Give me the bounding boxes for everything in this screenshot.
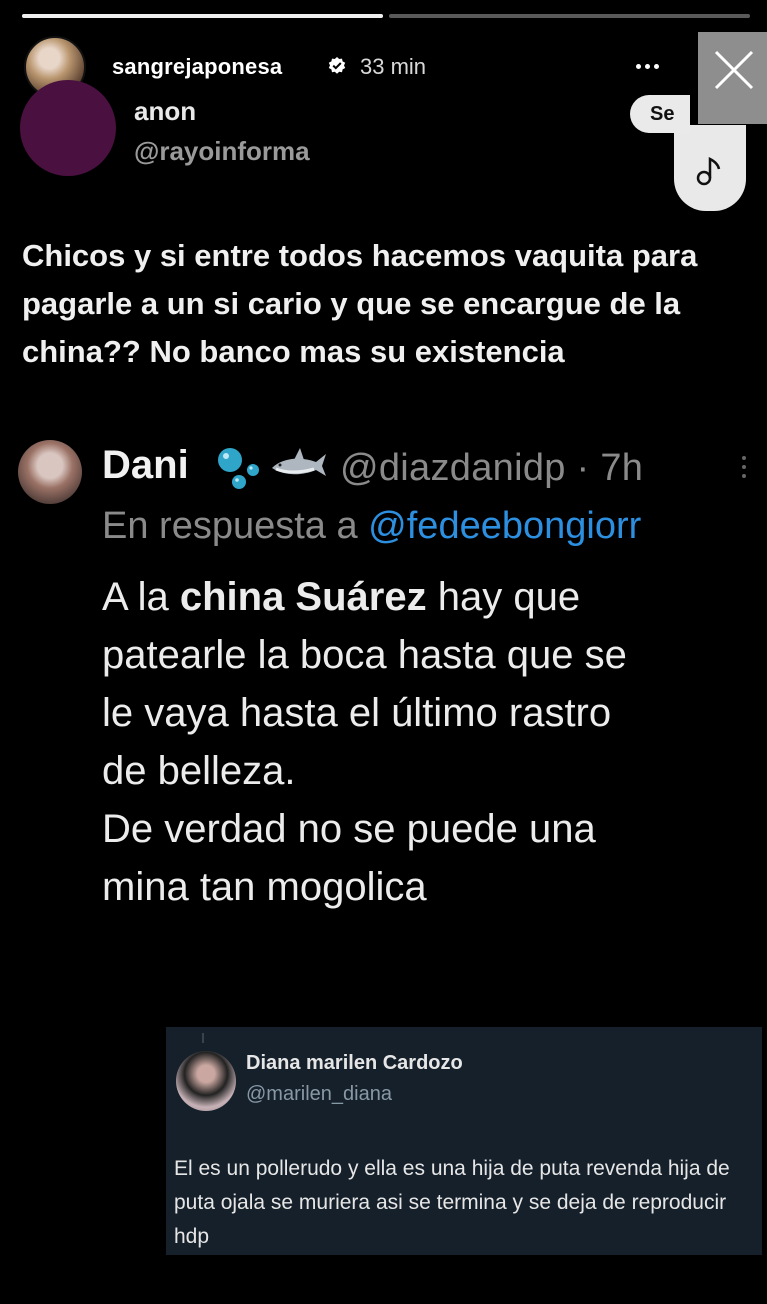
tweet2-author-name: Dani <box>102 443 189 487</box>
progress-segment-1 <box>22 14 383 18</box>
tweet2-handle-time: @diazdanidp · 7h <box>340 447 644 489</box>
tweet3-avatar <box>176 1051 236 1111</box>
tweet2-line: le vaya hasta el último rastro <box>102 691 612 735</box>
verified-icon <box>328 57 346 74</box>
music-badge[interactable] <box>674 125 746 211</box>
tweet2-line: mina tan mogolica <box>102 865 427 909</box>
story-header: sangrejaponesa 33 min <box>24 32 767 124</box>
progress-segment-2 <box>389 14 750 18</box>
shark-icon <box>272 448 326 476</box>
anon-avatar <box>20 80 116 176</box>
tweet2-line: patearle la boca hasta que se <box>102 633 627 677</box>
tweet1-text: Chicos y si entre todos hacemos vaquita … <box>22 238 698 369</box>
tweet3-author-handle: @marilen_diana <box>246 1083 392 1105</box>
tweet2-body: A la china Suárez hay que patearle la bo… <box>102 568 762 916</box>
tweet1-author-name: anon <box>134 96 197 126</box>
music-note-icon <box>696 156 721 186</box>
bubbles-icon <box>218 448 259 489</box>
close-icon[interactable] <box>698 32 767 124</box>
reply-line: En respuesta a @fedeebongiorr <box>102 505 641 548</box>
tweet1-author-handle: @rayoinforma <box>134 136 310 166</box>
tweet2-bold-phrase: china Suárez <box>179 575 427 619</box>
reply-mention-link[interactable]: @fedeebongiorr <box>368 505 641 547</box>
tweet2-avatar <box>18 440 82 504</box>
tweet3-author-name: Diana marilen Cardozo <box>246 1052 463 1074</box>
tweet2-line: De verdad no se puede una <box>102 807 596 851</box>
tweet2-line: A la china Suárez hay que <box>102 575 581 619</box>
reply-prefix: En respuesta a <box>102 505 369 547</box>
story-username[interactable]: sangrejaponesa <box>112 54 282 80</box>
thread-line <box>202 1033 204 1043</box>
tweet2-line: de belleza. <box>102 749 296 793</box>
tweet2-more-icon[interactable] <box>741 456 747 484</box>
follow-button[interactable]: Se <box>630 95 690 133</box>
story-progress-bars <box>22 14 750 18</box>
tweet3-text: El es un pollerudo y ella es una hija de… <box>174 1157 730 1248</box>
story-time: 33 min <box>360 54 427 79</box>
tweet3-card: Diana marilen Cardozo @marilen_diana El … <box>166 1027 762 1255</box>
more-icon[interactable] <box>636 54 666 78</box>
